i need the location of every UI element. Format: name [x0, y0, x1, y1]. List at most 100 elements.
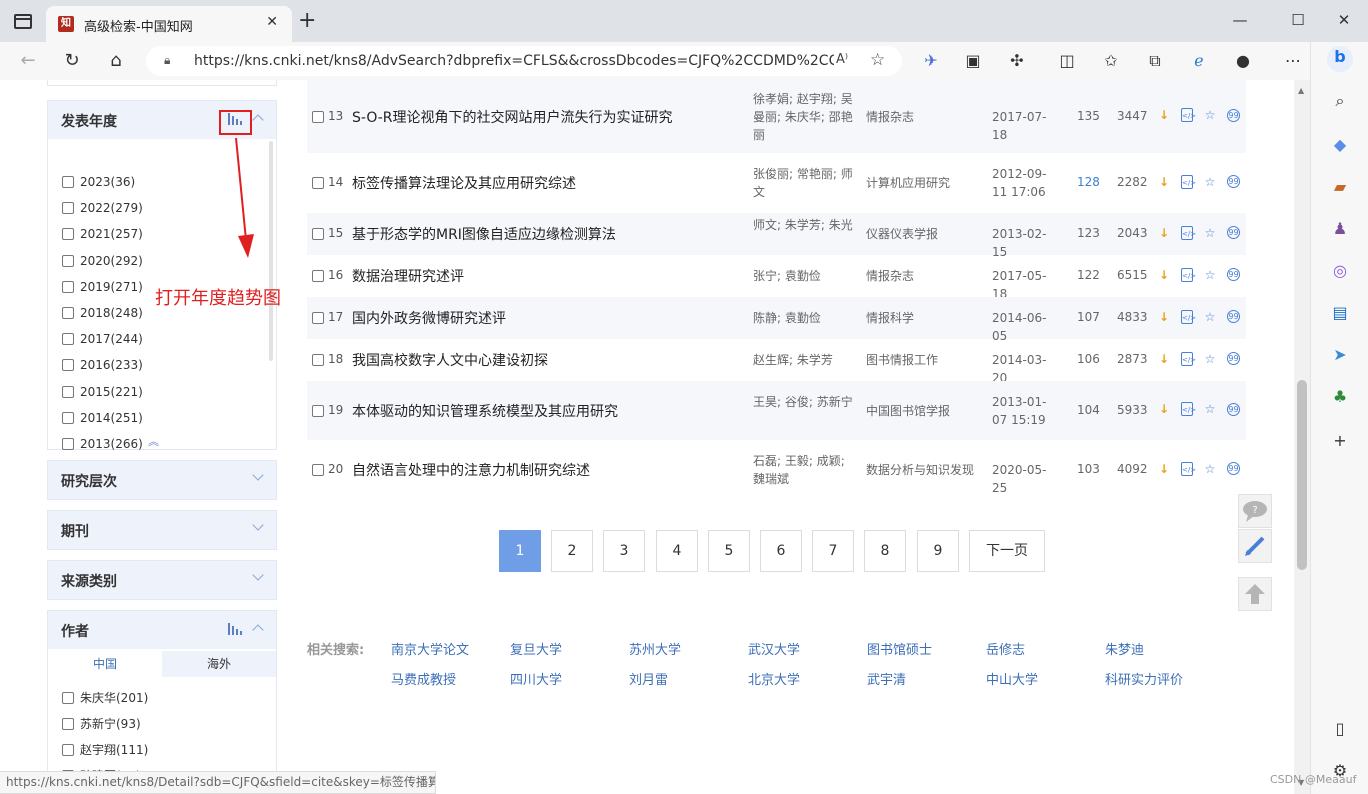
- result-authors[interactable]: 陈静; 袁勤俭: [753, 309, 855, 327]
- favorite-star-icon[interactable]: ☆: [1203, 226, 1217, 240]
- result-authors[interactable]: 张宁; 袁勤俭: [753, 267, 855, 285]
- result-title-link[interactable]: 我国高校数字人文中心建设初探: [352, 350, 548, 370]
- related-search-link[interactable]: 岳修志: [986, 639, 1025, 658]
- result-title-link[interactable]: 数据治理研究述评: [352, 266, 464, 286]
- year-filter-item[interactable]: 2017(244): [62, 330, 143, 348]
- year-filter-item[interactable]: 2022(279): [62, 199, 143, 217]
- window-close-icon[interactable]: ✕: [1334, 11, 1354, 29]
- year-filter-item[interactable]: 2015(221): [62, 383, 143, 401]
- collapse-year-icon[interactable]: ︽: [148, 433, 159, 449]
- tree-icon[interactable]: ♣: [1329, 386, 1351, 408]
- html-read-icon[interactable]: </>: [1181, 108, 1196, 122]
- add-favorite-icon[interactable]: ☆: [870, 50, 885, 70]
- result-title-link[interactable]: 标签传播算法理论及其应用研究综述: [352, 173, 576, 193]
- result-citations[interactable]: 128: [1077, 175, 1107, 189]
- settings-more-icon[interactable]: ⋯: [1282, 51, 1304, 70]
- author-filter-item[interactable]: 苏新宁(93): [62, 715, 141, 733]
- result-title-link[interactable]: 本体驱动的知识管理系统模型及其应用研究: [352, 401, 618, 421]
- checkbox[interactable]: [62, 744, 74, 756]
- result-source-link[interactable]: 情报杂志: [866, 108, 914, 125]
- html-read-icon[interactable]: </>: [1181, 267, 1196, 282]
- cite-quote-icon[interactable]: 99: [1227, 402, 1240, 416]
- cite-quote-icon[interactable]: 99: [1227, 108, 1240, 122]
- chevron-up-icon[interactable]: [252, 624, 264, 636]
- result-source-link[interactable]: 图书情报工作: [866, 351, 938, 368]
- result-checkbox[interactable]: [312, 110, 324, 123]
- html-read-icon[interactable]: </>: [1181, 174, 1196, 189]
- download-icon[interactable]: ↓: [1157, 108, 1171, 122]
- favorite-star-icon[interactable]: ☆: [1203, 175, 1217, 189]
- scroll-thumb[interactable]: [1297, 380, 1307, 570]
- year-list-scrollbar[interactable]: [269, 141, 273, 361]
- year-filter-item[interactable]: 2016(233): [62, 356, 143, 374]
- related-search-link[interactable]: 四川大学: [510, 669, 562, 688]
- browser-tab[interactable]: 知 高级检索-中国知网 ✕: [46, 6, 292, 42]
- download-icon[interactable]: ↓: [1157, 226, 1171, 240]
- chevron-down-icon[interactable]: [252, 519, 264, 531]
- download-icon[interactable]: ↓: [1157, 402, 1171, 416]
- split-screen-icon[interactable]: ◫: [1056, 51, 1078, 70]
- checkbox[interactable]: [62, 176, 74, 188]
- html-read-icon[interactable]: </>: [1181, 402, 1196, 416]
- result-title-link[interactable]: 国内外政务微博研究述评: [352, 308, 506, 328]
- download-icon[interactable]: ↓: [1157, 175, 1171, 189]
- checkbox[interactable]: [62, 718, 74, 730]
- refresh-icon[interactable]: ↻: [60, 50, 84, 72]
- related-search-link[interactable]: 图书馆硕士: [867, 639, 932, 658]
- favorite-star-icon[interactable]: ☆: [1203, 402, 1217, 416]
- result-checkbox[interactable]: [312, 228, 324, 240]
- edge-bar-icon[interactable]: ℯ: [1188, 51, 1210, 70]
- tab-close-icon[interactable]: ✕: [266, 14, 278, 30]
- page-button[interactable]: 6: [760, 530, 802, 572]
- result-checkbox[interactable]: [312, 354, 324, 366]
- checkbox[interactable]: [62, 254, 74, 267]
- cite-quote-icon[interactable]: 99: [1227, 175, 1240, 188]
- related-search-link[interactable]: 武汉大学: [748, 639, 800, 658]
- html-read-icon[interactable]: </>: [1181, 309, 1196, 324]
- read-aloud-icon[interactable]: A⁾: [836, 52, 848, 67]
- page-button[interactable]: 2: [551, 530, 593, 572]
- result-title-link[interactable]: 基于形态学的MRI图像自适应边缘检测算法: [352, 224, 616, 244]
- related-search-link[interactable]: 复旦大学: [510, 639, 562, 658]
- download-icon[interactable]: ↓: [1157, 462, 1171, 476]
- checkbox[interactable]: [62, 359, 74, 372]
- download-icon[interactable]: ↓: [1157, 268, 1171, 282]
- scroll-up-icon[interactable]: ▲: [1298, 86, 1304, 95]
- cite-quote-icon[interactable]: 99: [1227, 352, 1240, 365]
- checkbox[interactable]: [62, 280, 74, 293]
- favorites-icon[interactable]: ✩: [1100, 51, 1122, 70]
- related-search-link[interactable]: 南京大学论文: [391, 639, 469, 658]
- page-button[interactable]: 5: [708, 530, 750, 572]
- extension-collections-icon[interactable]: ▣: [962, 51, 984, 70]
- author-filter-item[interactable]: 朱庆华(201): [62, 689, 148, 707]
- favorite-star-icon[interactable]: ☆: [1203, 268, 1217, 282]
- author-tab-overseas[interactable]: 海外: [162, 651, 276, 677]
- result-authors[interactable]: 徐孝娟; 赵宇翔; 吴曼丽; 朱庆华; 邵艳丽: [753, 90, 855, 144]
- checkbox[interactable]: [62, 228, 74, 241]
- result-source-link[interactable]: 计算机应用研究: [866, 174, 950, 191]
- result-source-link[interactable]: 情报杂志: [866, 267, 914, 284]
- window-maximize-icon[interactable]: ☐: [1288, 11, 1308, 29]
- lock-icon[interactable]: 🔒︎: [164, 53, 170, 68]
- chevron-down-icon[interactable]: [252, 569, 264, 581]
- new-tab-icon[interactable]: +: [298, 10, 316, 32]
- result-authors[interactable]: 石磊; 王毅; 成颖; 魏瑞斌: [753, 452, 855, 488]
- favorite-star-icon[interactable]: ☆: [1203, 310, 1217, 324]
- next-page-button[interactable]: 下一页: [969, 530, 1045, 572]
- result-authors[interactable]: 王昊; 谷俊; 苏新宁: [753, 393, 855, 411]
- result-checkbox[interactable]: [312, 464, 324, 476]
- result-checkbox[interactable]: [312, 312, 324, 324]
- year-filter-item[interactable]: 2020(292): [62, 252, 143, 270]
- trend-chart-icon[interactable]: [228, 623, 242, 635]
- edit-pen-icon[interactable]: [1238, 529, 1272, 563]
- year-filter-item[interactable]: 2014(251): [62, 409, 143, 427]
- tab-actions-icon[interactable]: [14, 14, 32, 29]
- related-search-link[interactable]: 北京大学: [748, 669, 800, 688]
- checkbox[interactable]: [62, 307, 74, 319]
- download-icon[interactable]: ↓: [1157, 352, 1171, 366]
- checkbox[interactable]: [62, 333, 74, 346]
- result-source-link[interactable]: 仪器仪表学报: [866, 225, 938, 242]
- tag-icon[interactable]: ◆: [1329, 134, 1351, 156]
- office-icon[interactable]: ◎: [1329, 260, 1351, 282]
- window-minimize-icon[interactable]: —: [1230, 11, 1250, 29]
